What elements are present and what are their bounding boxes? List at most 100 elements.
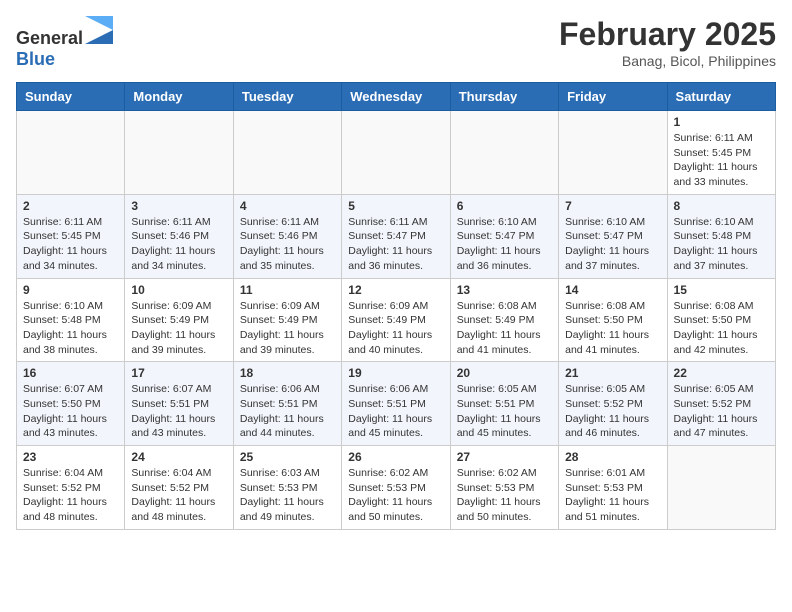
calendar-cell: 21Sunrise: 6:05 AMSunset: 5:52 PMDayligh… <box>559 362 667 446</box>
logo-icon <box>85 16 113 44</box>
weekday-header-saturday: Saturday <box>667 83 775 111</box>
day-info: Sunrise: 6:02 AMSunset: 5:53 PMDaylight:… <box>348 466 443 525</box>
day-number: 1 <box>674 115 769 129</box>
weekday-header-row: SundayMondayTuesdayWednesdayThursdayFrid… <box>17 83 776 111</box>
calendar-cell: 7 Sunrise: 6:10 AMSunset: 5:47 PMDaylight… <box>559 194 667 278</box>
day-number: 20 <box>457 366 552 380</box>
day-info: Sunrise: 6:09 AMSunset: 5:49 PMDaylight:… <box>240 299 335 358</box>
day-info: Sunrise: 6:06 AMSunset: 5:51 PMDaylight:… <box>240 382 335 441</box>
day-number: 14 <box>565 283 660 297</box>
day-info: Sunrise: 6:09 AMSunset: 5:49 PMDaylight:… <box>131 299 226 358</box>
calendar-cell: 19 Sunrise: 6:06 AMSunset: 5:51 PMDayligh… <box>342 362 450 446</box>
page-header: General Blue February 2025 Banag, Bicol,… <box>16 16 776 70</box>
title-block: February 2025 Banag, Bicol, Philippines <box>559 16 776 69</box>
calendar-cell: 25 Sunrise: 6:03 AMSunset: 5:53 PMDayligh… <box>233 446 341 530</box>
calendar-cell <box>17 111 125 195</box>
logo-text: General Blue <box>16 16 113 70</box>
day-number: 3 <box>131 199 226 213</box>
calendar-week-row: 9 Sunrise: 6:10 AMSunset: 5:48 PMDaylight… <box>17 278 776 362</box>
day-info: Sunrise: 6:11 AMSunset: 5:47 PMDaylight:… <box>348 215 443 274</box>
day-number: 9 <box>23 283 118 297</box>
calendar-week-row: 23 Sunrise: 6:04 AMSunset: 5:52 PMDayligh… <box>17 446 776 530</box>
day-number: 11 <box>240 283 335 297</box>
calendar-cell <box>233 111 341 195</box>
calendar-cell: 2 Sunrise: 6:11 AMSunset: 5:45 PMDaylight… <box>17 194 125 278</box>
calendar-cell: 4 Sunrise: 6:11 AMSunset: 5:46 PMDaylight… <box>233 194 341 278</box>
month-year: February 2025 <box>559 16 776 53</box>
day-info: Sunrise: 6:10 AMSunset: 5:47 PMDaylight:… <box>457 215 552 274</box>
day-info: Sunrise: 6:03 AMSunset: 5:53 PMDaylight:… <box>240 466 335 525</box>
day-info: Sunrise: 6:08 AMSunset: 5:49 PMDaylight:… <box>457 299 552 358</box>
calendar-cell: 27 Sunrise: 6:02 AMSunset: 5:53 PMDayligh… <box>450 446 558 530</box>
day-info: Sunrise: 6:11 AMSunset: 5:46 PMDaylight:… <box>131 215 226 274</box>
day-number: 4 <box>240 199 335 213</box>
day-number: 8 <box>674 199 769 213</box>
day-info: Sunrise: 6:08 AMSunset: 5:50 PMDaylight:… <box>565 299 660 358</box>
calendar-cell: 14 Sunrise: 6:08 AMSunset: 5:50 PMDayligh… <box>559 278 667 362</box>
calendar-table: SundayMondayTuesdayWednesdayThursdayFrid… <box>16 82 776 530</box>
day-number: 19 <box>348 366 443 380</box>
day-info: Sunrise: 6:05 AMSunset: 5:51 PMDaylight:… <box>457 382 552 441</box>
calendar-week-row: 2 Sunrise: 6:11 AMSunset: 5:45 PMDaylight… <box>17 194 776 278</box>
calendar-cell: 15 Sunrise: 6:08 AMSunset: 5:50 PMDayligh… <box>667 278 775 362</box>
calendar-cell: 6 Sunrise: 6:10 AMSunset: 5:47 PMDaylight… <box>450 194 558 278</box>
weekday-header-friday: Friday <box>559 83 667 111</box>
calendar-cell: 3 Sunrise: 6:11 AMSunset: 5:46 PMDaylight… <box>125 194 233 278</box>
day-number: 6 <box>457 199 552 213</box>
day-number: 28 <box>565 450 660 464</box>
logo-blue: Blue <box>16 49 55 69</box>
calendar-cell: 17Sunrise: 6:07 AMSunset: 5:51 PMDayligh… <box>125 362 233 446</box>
calendar-cell: 5Sunrise: 6:11 AMSunset: 5:47 PMDaylight… <box>342 194 450 278</box>
calendar-cell <box>667 446 775 530</box>
day-number: 12 <box>348 283 443 297</box>
weekday-header-monday: Monday <box>125 83 233 111</box>
calendar-cell <box>342 111 450 195</box>
day-number: 23 <box>23 450 118 464</box>
day-info: Sunrise: 6:10 AMSunset: 5:48 PMDaylight:… <box>674 215 769 274</box>
day-number: 22 <box>674 366 769 380</box>
calendar-cell: 24Sunrise: 6:04 AMSunset: 5:52 PMDayligh… <box>125 446 233 530</box>
day-info: Sunrise: 6:05 AMSunset: 5:52 PMDaylight:… <box>674 382 769 441</box>
calendar-week-row: 16Sunrise: 6:07 AMSunset: 5:50 PMDayligh… <box>17 362 776 446</box>
weekday-header-thursday: Thursday <box>450 83 558 111</box>
day-number: 10 <box>131 283 226 297</box>
weekday-header-sunday: Sunday <box>17 83 125 111</box>
logo-general: General <box>16 28 83 48</box>
location: Banag, Bicol, Philippines <box>559 53 776 69</box>
day-number: 18 <box>240 366 335 380</box>
calendar-cell: 8 Sunrise: 6:10 AMSunset: 5:48 PMDaylight… <box>667 194 775 278</box>
day-info: Sunrise: 6:04 AMSunset: 5:52 PMDaylight:… <box>131 466 226 525</box>
day-number: 27 <box>457 450 552 464</box>
day-number: 7 <box>565 199 660 213</box>
day-info: Sunrise: 6:06 AMSunset: 5:51 PMDaylight:… <box>348 382 443 441</box>
calendar-cell: 9 Sunrise: 6:10 AMSunset: 5:48 PMDaylight… <box>17 278 125 362</box>
day-info: Sunrise: 6:10 AMSunset: 5:47 PMDaylight:… <box>565 215 660 274</box>
calendar-cell: 10 Sunrise: 6:09 AMSunset: 5:49 PMDayligh… <box>125 278 233 362</box>
day-info: Sunrise: 6:02 AMSunset: 5:53 PMDaylight:… <box>457 466 552 525</box>
day-info: Sunrise: 6:01 AMSunset: 5:53 PMDaylight:… <box>565 466 660 525</box>
day-info: Sunrise: 6:09 AMSunset: 5:49 PMDaylight:… <box>348 299 443 358</box>
logo: General Blue <box>16 16 113 70</box>
calendar-cell: 18 Sunrise: 6:06 AMSunset: 5:51 PMDayligh… <box>233 362 341 446</box>
day-number: 2 <box>23 199 118 213</box>
calendar-cell: 12 Sunrise: 6:09 AMSunset: 5:49 PMDayligh… <box>342 278 450 362</box>
calendar-cell: 13Sunrise: 6:08 AMSunset: 5:49 PMDayligh… <box>450 278 558 362</box>
day-info: Sunrise: 6:11 AMSunset: 5:46 PMDaylight:… <box>240 215 335 274</box>
day-info: Sunrise: 6:07 AMSunset: 5:50 PMDaylight:… <box>23 382 118 441</box>
day-info: Sunrise: 6:11 AMSunset: 5:45 PMDaylight:… <box>674 131 769 190</box>
day-number: 25 <box>240 450 335 464</box>
day-info: Sunrise: 6:04 AMSunset: 5:52 PMDaylight:… <box>23 466 118 525</box>
calendar-cell: 16Sunrise: 6:07 AMSunset: 5:50 PMDayligh… <box>17 362 125 446</box>
day-info: Sunrise: 6:10 AMSunset: 5:48 PMDaylight:… <box>23 299 118 358</box>
calendar-cell: 26 Sunrise: 6:02 AMSunset: 5:53 PMDayligh… <box>342 446 450 530</box>
day-number: 21 <box>565 366 660 380</box>
day-info: Sunrise: 6:08 AMSunset: 5:50 PMDaylight:… <box>674 299 769 358</box>
day-info: Sunrise: 6:07 AMSunset: 5:51 PMDaylight:… <box>131 382 226 441</box>
calendar-cell: 11 Sunrise: 6:09 AMSunset: 5:49 PMDayligh… <box>233 278 341 362</box>
day-info: Sunrise: 6:11 AMSunset: 5:45 PMDaylight:… <box>23 215 118 274</box>
calendar-cell: 1 Sunrise: 6:11 AMSunset: 5:45 PMDaylight… <box>667 111 775 195</box>
calendar-cell <box>450 111 558 195</box>
calendar-cell <box>125 111 233 195</box>
day-number: 15 <box>674 283 769 297</box>
day-number: 26 <box>348 450 443 464</box>
